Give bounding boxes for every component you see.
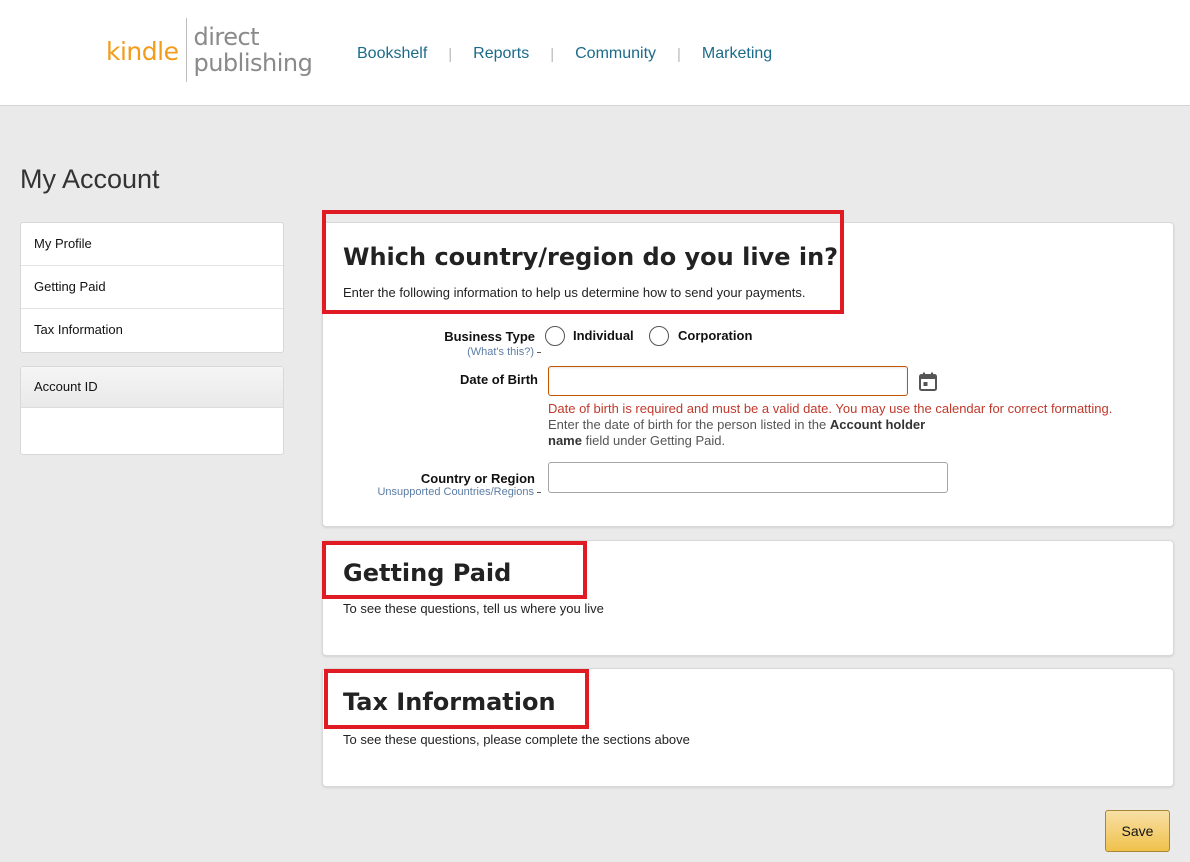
whats-this-link[interactable]: (What's this?) (467, 346, 541, 358)
dob-hint-text-1: Enter the date of birth for the person l… (548, 417, 827, 432)
getting-paid-text: To see these questions, tell us where yo… (343, 601, 604, 616)
highlight-box-country (322, 210, 844, 314)
kdp-logo[interactable]: kindle direct publishing (106, 18, 313, 82)
main-nav: Bookshelf | Reports | Community | Market… (357, 45, 772, 63)
save-button[interactable]: Save (1105, 810, 1170, 852)
nav-community[interactable]: Community (575, 45, 656, 63)
page-title: My Account (20, 164, 160, 194)
calendar-icon[interactable] (919, 372, 937, 391)
logo-kindle-text: kindle (106, 36, 179, 66)
dob-hint-text-2: field under Getting Paid. (585, 433, 726, 448)
top-header: kindle direct publishing Bookshelf | Rep… (0, 0, 1190, 106)
account-id-label: Account ID (21, 367, 283, 408)
sidebar-item-getting-paid[interactable]: Getting Paid (21, 266, 283, 309)
nav-reports[interactable]: Reports (473, 45, 529, 63)
date-of-birth-hint: Enter the date of birth for the person l… (548, 417, 948, 449)
nav-bookshelf[interactable]: Bookshelf (357, 45, 427, 63)
business-type-label: Business Type (444, 329, 535, 344)
account-sidebar: My Profile Getting Paid Tax Information (20, 222, 284, 353)
logo-line-1: direct (193, 23, 260, 51)
account-id-panel: Account ID (20, 366, 284, 455)
logo-line-2: publishing (193, 49, 313, 77)
tax-information-text: To see these questions, please complete … (343, 732, 690, 747)
dob-hint-bold-1: Account holder (829, 417, 926, 432)
highlight-box-getting-paid (322, 541, 587, 599)
dob-hint-bold-2: name (548, 433, 582, 448)
corporation-radio-label: Corporation (678, 328, 753, 343)
sidebar-item-my-profile[interactable]: My Profile (21, 223, 283, 266)
individual-radio-label: Individual (573, 328, 634, 343)
logo-divider (186, 18, 188, 82)
country-input[interactable] (548, 462, 948, 493)
corporation-radio[interactable] (649, 326, 669, 346)
nav-separator: | (550, 45, 555, 63)
nav-separator: | (677, 45, 681, 63)
country-label: Country or Region (420, 471, 535, 486)
unsupported-countries-link[interactable]: Unsupported Countries/Regions (377, 486, 541, 498)
date-of-birth-input[interactable] (548, 366, 908, 396)
date-of-birth-label: Date of Birth (460, 372, 538, 387)
individual-radio[interactable] (545, 326, 565, 346)
highlight-box-tax-information (324, 669, 589, 729)
nav-separator: | (448, 45, 453, 63)
date-of-birth-error: Date of birth is required and must be a … (548, 401, 1113, 416)
logo-direct-publishing-text: direct publishing (193, 24, 312, 76)
nav-marketing[interactable]: Marketing (702, 45, 772, 63)
sidebar-item-tax-information[interactable]: Tax Information (21, 309, 283, 352)
